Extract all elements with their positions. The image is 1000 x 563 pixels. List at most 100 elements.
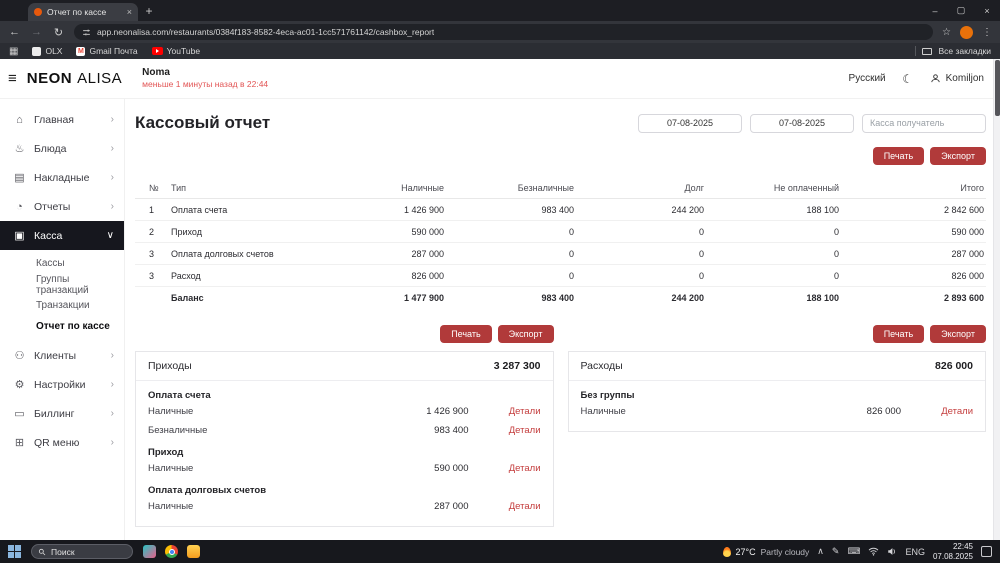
bookmark-star-icon[interactable]: ☆ — [942, 27, 951, 38]
site-info-icon[interactable] — [82, 28, 91, 37]
address-bar[interactable]: app.neonalisa.com/restaurants/0384f183-8… — [74, 24, 934, 40]
bookmark-olx[interactable]: OLX — [32, 46, 62, 56]
panels-section: Печать Экспорт Приходы 3 287 300 Оплата … — [135, 325, 986, 527]
logo-secondary: ALISA — [77, 70, 123, 87]
tab-close-icon[interactable]: × — [127, 7, 132, 17]
details-link[interactable]: Детали — [901, 406, 973, 417]
sidebar-item-settings[interactable]: ⚙ Настройки › — [0, 370, 124, 399]
table-cell: 3 — [149, 248, 155, 259]
panel-group-name: Без группы — [580, 390, 635, 401]
notification-center-icon[interactable] — [981, 546, 992, 557]
table-cell: 2 893 600 — [943, 293, 984, 303]
details-link[interactable]: Детали — [469, 501, 541, 512]
chrome-app-icon[interactable] — [165, 545, 178, 558]
theme-toggle-button[interactable]: ☾ — [899, 70, 917, 88]
report-table-header: № Тип Наличные Безналичные Долг Не оплаченный… — [135, 177, 986, 199]
bookmark-youtube[interactable]: YouTube — [151, 46, 200, 56]
taskbar-search[interactable]: Поиск — [31, 544, 133, 559]
sidebar-item-invoices[interactable]: ▤ Накладные › — [0, 163, 124, 192]
back-button[interactable]: ← — [8, 26, 21, 38]
sidebar-item-label: Касса — [34, 229, 63, 242]
panel-total: 826 000 — [935, 360, 973, 372]
apps-grid-icon[interactable]: ▦ — [9, 46, 18, 57]
sidebar-item-dishes[interactable]: ♨ Блюда › — [0, 134, 124, 163]
user-name: Komiljon — [945, 73, 984, 84]
pen-icon[interactable]: ✎ — [832, 546, 840, 557]
submenu-item-transaction-groups[interactable]: Группы транзакций — [0, 274, 124, 296]
sidebar-item-clients[interactable]: ⚇ Клиенты › — [0, 341, 124, 370]
incomes-column: Печать Экспорт Приходы 3 287 300 Оплата … — [135, 325, 554, 527]
qr-icon: ⊞ — [14, 437, 25, 449]
sidebar-item-qr-menu[interactable]: ⊞ QR меню › — [0, 428, 124, 457]
print-button[interactable]: Печать — [872, 147, 925, 165]
page-scrollbar[interactable] — [993, 59, 1000, 540]
submenu-item-cashbox-report[interactable]: Отчет по кассе — [0, 316, 124, 337]
user-menu[interactable]: Komiljon — [930, 73, 984, 84]
photos-app-icon[interactable] — [143, 545, 156, 558]
sidebar-item-billing[interactable]: ▭ Биллинг › — [0, 399, 124, 428]
table-cell: Баланс — [171, 293, 204, 303]
language-button[interactable]: Русский — [849, 73, 886, 84]
sidebar: ⌂ Главная › ♨ Блюда › ▤ Накладные › ◔ От… — [0, 99, 125, 540]
clients-icon: ⚇ — [14, 350, 25, 362]
clock-widget[interactable]: 22:45 07.08.2025 — [933, 542, 973, 561]
browser-profile-avatar[interactable] — [960, 25, 973, 39]
settings-gear-icon: ⚙ — [14, 379, 25, 391]
input-language-indicator[interactable]: ENG — [905, 547, 925, 557]
table-cell: 1 477 900 — [403, 293, 444, 303]
table-cell: 1 426 900 — [403, 204, 444, 215]
window-maximize-button[interactable]: ▢ — [948, 0, 974, 21]
sidebar-item-reports[interactable]: ◔ Отчеты › — [0, 192, 124, 221]
date-to-input[interactable] — [750, 113, 854, 133]
submenu-item-cashboxes[interactable]: Кассы — [0, 253, 124, 274]
hamburger-menu-icon[interactable]: ≡ — [8, 70, 17, 87]
restaurant-name: Noma — [142, 67, 170, 79]
cashbox-select[interactable]: Касса получатель — [862, 113, 986, 133]
date-from-input[interactable] — [638, 113, 742, 133]
print-button[interactable]: Печать — [440, 325, 492, 343]
screen: Отчет по кассе × + – ▢ × ← → ↻ app.neona… — [0, 0, 1000, 563]
refresh-button[interactable]: ↻ — [52, 26, 65, 39]
speaker-icon[interactable] — [887, 547, 897, 556]
panel-row-value: 590 000 — [434, 463, 469, 474]
bookmarks-folder-icon — [922, 47, 933, 55]
restaurant-block: Noma меньше 1 минуты назад в 22:44 — [142, 66, 268, 90]
table-cell: 0 — [568, 248, 574, 259]
export-button[interactable]: Экспорт — [930, 325, 986, 343]
window-close-button[interactable]: × — [974, 0, 1000, 21]
weather-widget[interactable]: 27°C Partly cloudy — [722, 546, 809, 557]
details-link[interactable]: Детали — [469, 406, 541, 417]
browser-tab[interactable]: Отчет по кассе × — [28, 3, 138, 21]
sidebar-item-home[interactable]: ⌂ Главная › — [0, 105, 124, 134]
browser-menu-icon[interactable]: ⋮ — [982, 27, 992, 38]
olx-favicon — [32, 46, 42, 56]
taskbar-date: 07.08.2025 — [932, 551, 973, 561]
sidebar-item-cashbox[interactable]: ▣ Касса ∨ — [0, 221, 124, 250]
scrollbar-thumb[interactable] — [995, 60, 1000, 116]
tray-chevron-up-icon[interactable]: ∧ — [817, 546, 824, 557]
window-minimize-button[interactable]: – — [922, 0, 948, 21]
submenu-item-transactions[interactable]: Транзакции — [0, 295, 124, 316]
panel-title: Расходы — [580, 360, 623, 372]
forward-button[interactable]: → — [30, 26, 43, 38]
home-icon: ⌂ — [16, 113, 23, 126]
files-app-icon[interactable] — [187, 545, 200, 558]
wifi-icon[interactable] — [868, 547, 879, 556]
details-link[interactable]: Детали — [469, 425, 541, 436]
chevron-right-icon: › — [110, 350, 114, 361]
bookmark-gmail[interactable]: M Gmail Почта — [76, 46, 138, 56]
table-row: 3 Расход 826 000 0 0 0 826 000 — [135, 265, 986, 287]
incomes-panel-header: Приходы 3 287 300 — [136, 352, 553, 381]
export-button[interactable]: Экспорт — [930, 147, 986, 165]
table-cell: 0 — [833, 226, 839, 237]
export-button[interactable]: Экспорт — [497, 325, 554, 343]
keyboard-icon[interactable]: ⌨ — [847, 546, 860, 557]
start-button[interactable] — [8, 545, 21, 558]
details-link[interactable]: Детали — [469, 463, 541, 474]
table-cell: 2 — [149, 226, 155, 237]
print-button[interactable]: Печать — [872, 325, 925, 343]
table-cell: 244 200 — [671, 204, 704, 215]
report-table: № Тип Наличные Безналичные Долг Не оплаченный… — [135, 177, 986, 309]
all-bookmarks-button[interactable]: Все закладки — [915, 46, 991, 56]
new-tab-button[interactable]: + — [138, 0, 160, 21]
